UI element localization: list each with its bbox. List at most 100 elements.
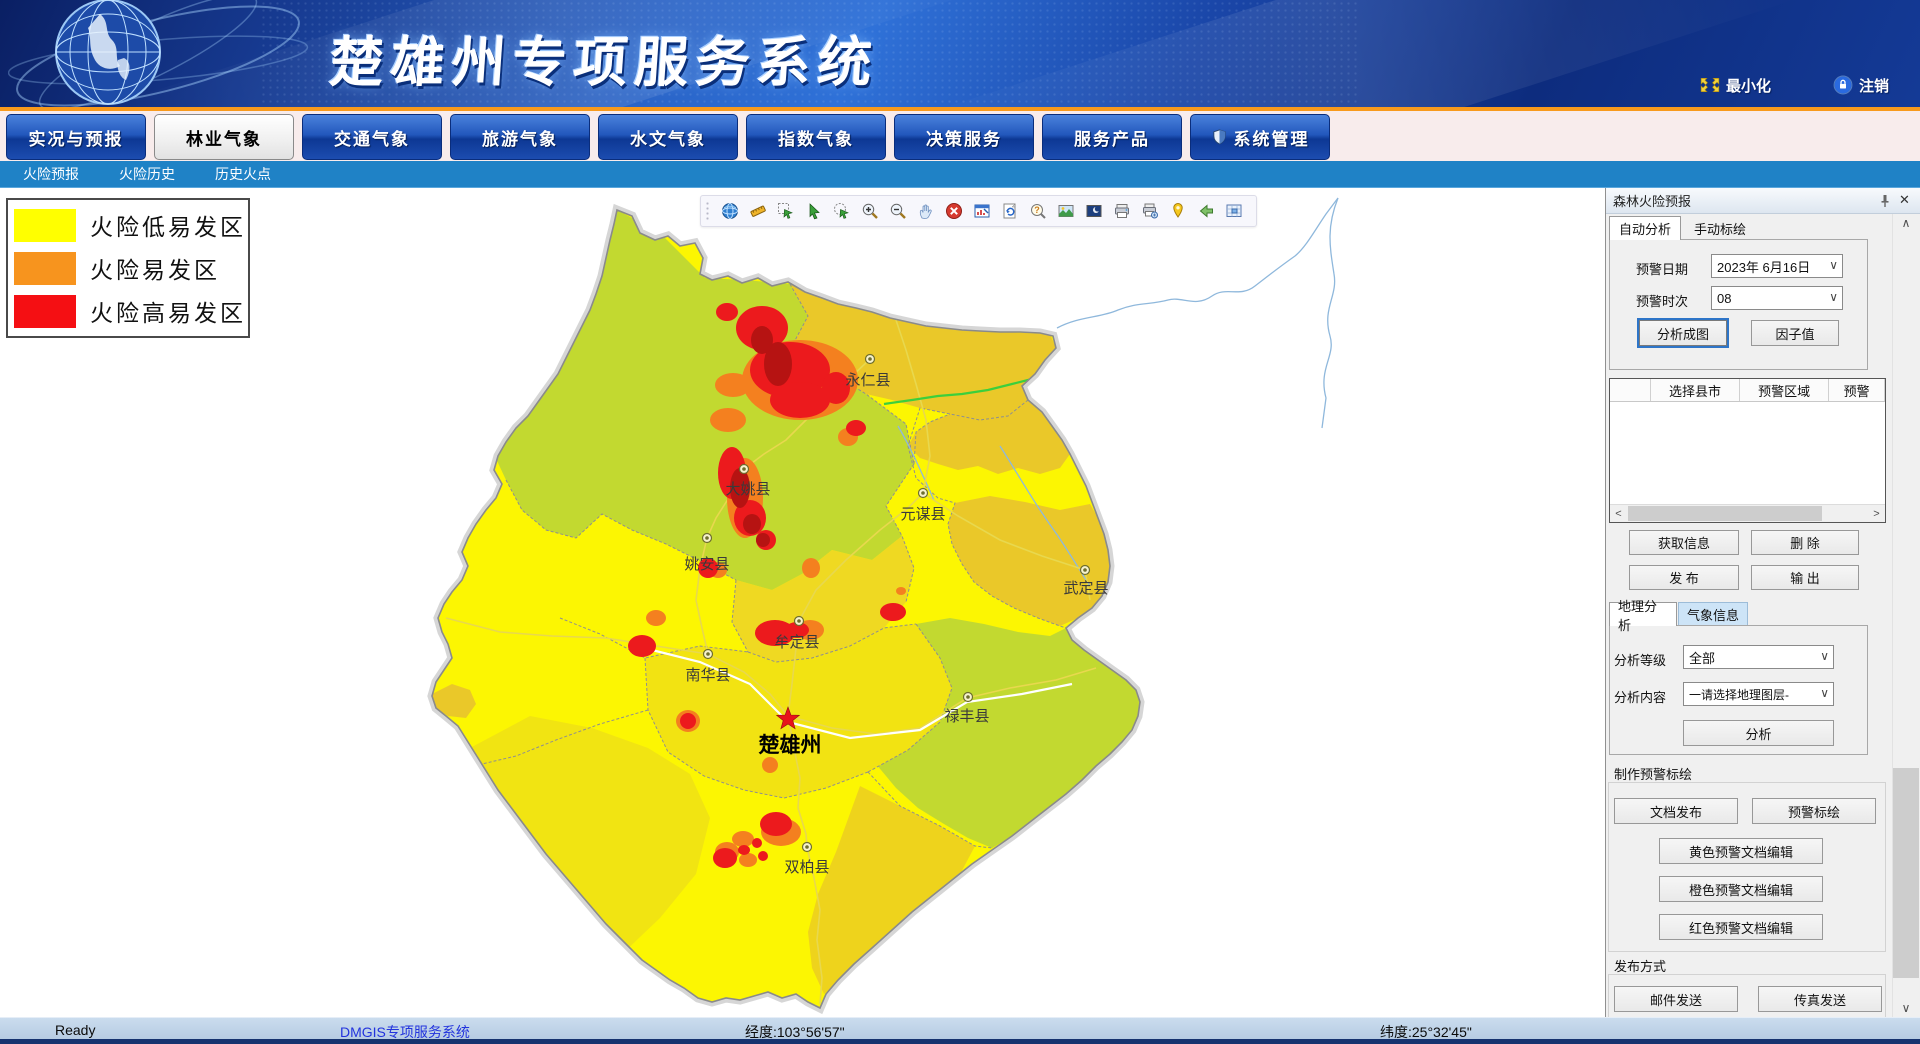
lock-icon — [1833, 75, 1853, 95]
factor-value-button[interactable]: 因子值 — [1751, 320, 1839, 346]
scroll-down-icon[interactable]: ∨ — [1893, 999, 1919, 1017]
publish-method-button-1[interactable]: 传真发送 — [1758, 986, 1882, 1012]
main-tab-系统管理[interactable]: 系统管理 — [1190, 114, 1330, 160]
warning-time-select[interactable]: 08∨ — [1711, 286, 1843, 310]
warning-date-select[interactable]: 2023年 6月16日∨ — [1711, 254, 1843, 278]
table-col-header: 选择县市 — [1651, 379, 1740, 401]
warning-table[interactable]: 选择县市预警区域预警 < > — [1609, 378, 1886, 523]
plot-button-2[interactable]: 黄色预警文档编辑 — [1659, 838, 1823, 864]
scroll-up-icon[interactable]: ∧ — [1893, 214, 1919, 232]
tab-manual-plot[interactable]: 手动标绘 — [1684, 216, 1756, 240]
cancel-icon[interactable] — [945, 202, 963, 220]
get-info-button[interactable]: 获取信息 — [1629, 530, 1739, 555]
previous-extent-icon[interactable] — [1197, 202, 1215, 220]
zoom-out-icon[interactable] — [889, 202, 907, 220]
map-legend: 火险低易发区火险易发区火险高易发区 — [6, 198, 250, 338]
legend-swatch — [14, 209, 76, 242]
town-marker — [1081, 566, 1090, 575]
panel-vertical-scrollbar[interactable]: ∧ ∨ — [1892, 214, 1919, 1017]
logout-button[interactable]: 注销 — [1833, 74, 1889, 96]
main-tab-服务产品[interactable]: 服务产品 — [1042, 114, 1182, 160]
plot-button-1[interactable]: 预警标绘 — [1752, 798, 1876, 824]
publish-group-label: 发布方式 — [1611, 956, 1669, 975]
warning-time-label: 预警时次 — [1636, 291, 1688, 310]
county-label-大姚县: 大姚县 — [725, 481, 770, 498]
pan-icon[interactable] — [917, 202, 935, 220]
table-horizontal-scrollbar[interactable]: < > — [1610, 504, 1885, 522]
publish-button[interactable]: 发 布 — [1629, 565, 1739, 590]
print-setup-icon[interactable] — [1141, 202, 1159, 220]
close-icon[interactable]: ✕ — [1899, 192, 1910, 208]
scroll-thumb[interactable] — [1893, 768, 1919, 978]
night-image-icon[interactable] — [1085, 202, 1103, 220]
analyze-button[interactable]: 分析 — [1683, 720, 1834, 746]
map-toolbar: ? — [700, 195, 1257, 227]
publish-method-button-0[interactable]: 邮件发送 — [1614, 986, 1738, 1012]
minimize-icon — [1700, 77, 1720, 93]
legend-item: 火险易发区 — [14, 250, 248, 286]
table-col-header: 预警区域 — [1740, 379, 1829, 401]
scroll-thumb[interactable] — [1628, 506, 1822, 521]
town-marker — [703, 534, 712, 543]
tab-weather-info[interactable]: 气象信息 — [1678, 602, 1748, 626]
tab-auto-analysis[interactable]: 自动分析 — [1609, 216, 1681, 240]
plot-button-3[interactable]: 橙色预警文档编辑 — [1659, 876, 1823, 902]
analysis-level-select[interactable]: 全部∨ — [1683, 645, 1834, 669]
print-icon[interactable] — [1113, 202, 1131, 220]
county-label-双柏县: 双柏县 — [784, 859, 829, 876]
pin-icon[interactable] — [1879, 194, 1891, 208]
scroll-left-icon[interactable]: < — [1610, 505, 1627, 522]
overview-map-icon[interactable] — [1225, 202, 1243, 220]
subnav-历史火点[interactable]: 历史火点 — [215, 164, 271, 184]
county-label-牟定县: 牟定县 — [774, 634, 819, 651]
town-marker — [803, 843, 812, 852]
town-marker — [866, 355, 875, 364]
chevron-down-icon: ∨ — [1820, 649, 1829, 663]
scroll-right-icon[interactable]: > — [1868, 505, 1885, 522]
svg-text:?: ? — [1034, 205, 1040, 215]
status-ready: Ready — [55, 1022, 95, 1038]
county-label-武定县: 武定县 — [1063, 580, 1108, 597]
select-pointer-icon[interactable] — [805, 202, 823, 220]
select-by-circle-icon[interactable] — [833, 202, 851, 220]
table-col-header: 预警 — [1829, 379, 1885, 401]
chevron-down-icon: ∨ — [1820, 686, 1829, 700]
app-title: 楚雄州专项服务系统 — [327, 18, 882, 97]
main-tab-指数气象[interactable]: 指数气象 — [746, 114, 886, 160]
county-label-姚安县: 姚安县 — [684, 556, 729, 573]
county-fills — [400, 188, 1180, 1017]
warning-table-body — [1610, 402, 1885, 488]
main-tab-实况与预报[interactable]: 实况与预报 — [6, 114, 146, 160]
delete-button[interactable]: 删 除 — [1751, 530, 1859, 555]
plot-button-4[interactable]: 红色预警文档编辑 — [1659, 914, 1823, 940]
identify-icon[interactable]: ? — [1029, 202, 1047, 220]
county-label-永仁县: 永仁县 — [845, 372, 890, 389]
select-by-rectangle-icon[interactable] — [777, 202, 795, 220]
warning-table-header: 选择县市预警区域预警 — [1610, 379, 1885, 402]
main-tab-旅游气象[interactable]: 旅游气象 — [450, 114, 590, 160]
refresh-map-icon[interactable] — [1001, 202, 1019, 220]
zoom-in-icon[interactable] — [861, 202, 879, 220]
main-tab-决策服务[interactable]: 决策服务 — [894, 114, 1034, 160]
analysis-content-select[interactable]: 一请选择地理图层-∨ — [1683, 682, 1834, 706]
subnav-火险历史[interactable]: 火险历史 — [119, 164, 175, 184]
full-extent-globe-icon[interactable] — [721, 202, 739, 220]
subnav-火险预报[interactable]: 火险预报 — [23, 164, 79, 184]
minimize-button[interactable]: 最小化 — [1700, 74, 1771, 96]
legend-label: 火险低易发区 — [90, 208, 246, 242]
toolbar-grip[interactable] — [705, 201, 710, 221]
zoom-window-icon[interactable] — [973, 202, 991, 220]
export-image-icon[interactable] — [1057, 202, 1075, 220]
main-tab-林业气象[interactable]: 林业气象 — [154, 114, 294, 160]
tab-geo-analysis[interactable]: 地理分析 — [1609, 602, 1677, 626]
place-pin-icon[interactable] — [1169, 202, 1187, 220]
main-tab-水文气象[interactable]: 水文气象 — [598, 114, 738, 160]
plot-button-0[interactable]: 文档发布 — [1614, 798, 1738, 824]
export-button[interactable]: 输 出 — [1751, 565, 1859, 590]
main-tab-交通气象[interactable]: 交通气象 — [302, 114, 442, 160]
analyze-map-button[interactable]: 分析成图 — [1639, 320, 1727, 346]
town-marker — [740, 465, 749, 474]
globe-logo — [8, 0, 338, 107]
warning-date-label: 预警日期 — [1636, 259, 1688, 278]
measure-distance-icon[interactable] — [749, 202, 767, 220]
